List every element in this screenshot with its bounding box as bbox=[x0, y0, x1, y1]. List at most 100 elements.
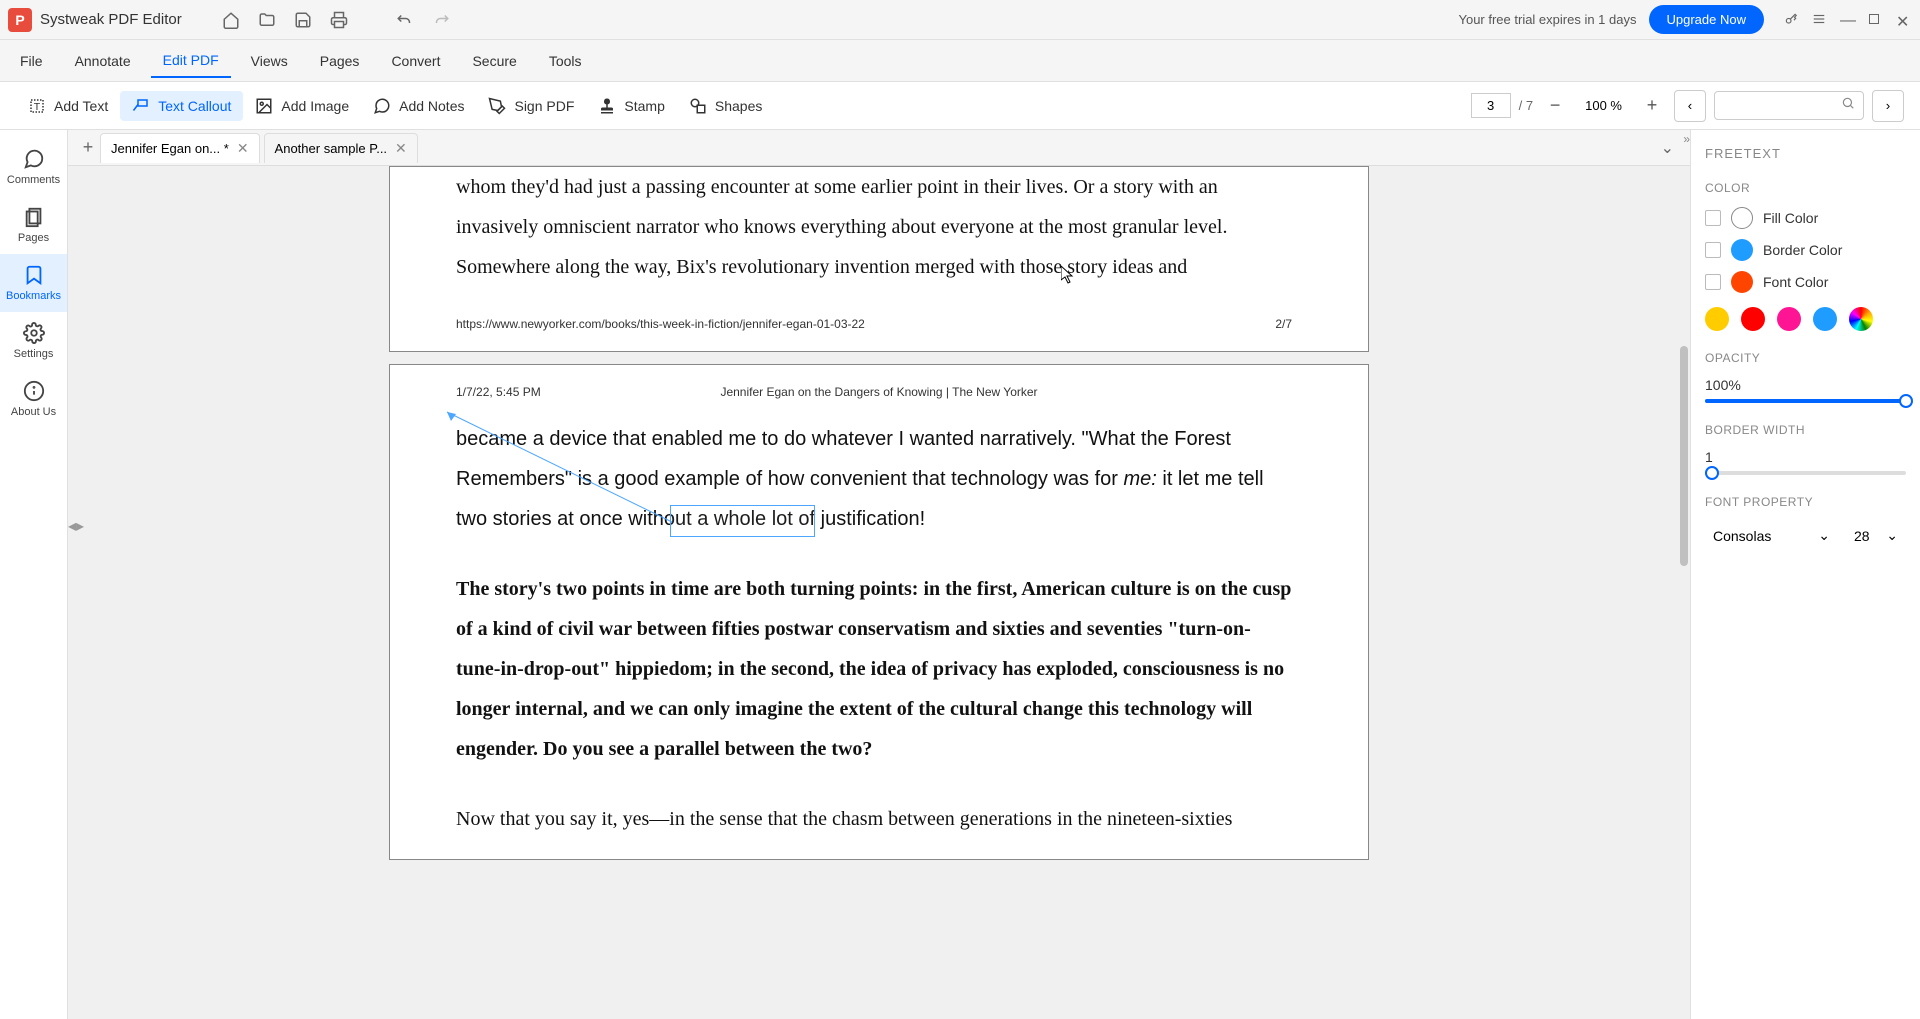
maximize-icon[interactable] bbox=[1868, 12, 1884, 28]
font-section-label: FONT PROPERTY bbox=[1705, 495, 1906, 509]
menu-convert[interactable]: Convert bbox=[379, 45, 452, 77]
add-tab-button[interactable]: + bbox=[76, 136, 100, 160]
redo-icon[interactable] bbox=[432, 11, 450, 29]
menu-tools[interactable]: Tools bbox=[537, 45, 594, 77]
page2-footer: https://www.newyorker.com/books/this-wee… bbox=[456, 317, 1292, 331]
next-page-button[interactable]: › bbox=[1872, 90, 1904, 122]
add-text-button[interactable]: T Add Text bbox=[16, 91, 120, 121]
minimize-icon[interactable]: — bbox=[1840, 12, 1856, 28]
menu-views[interactable]: Views bbox=[239, 45, 300, 77]
menu-icon[interactable] bbox=[1812, 12, 1828, 28]
callout-textbox[interactable] bbox=[670, 505, 815, 537]
sidebar-item-settings[interactable]: Settings bbox=[0, 312, 67, 370]
font-family-value: Consolas bbox=[1713, 528, 1771, 544]
text-callout-button[interactable]: Text Callout bbox=[120, 91, 243, 121]
undo-icon[interactable] bbox=[396, 11, 414, 29]
menu-file[interactable]: File bbox=[8, 45, 55, 77]
add-notes-button[interactable]: Add Notes bbox=[361, 91, 476, 121]
font-size-select[interactable]: 28 ⌄ bbox=[1846, 521, 1906, 550]
print-icon[interactable] bbox=[330, 11, 348, 29]
gear-icon bbox=[23, 322, 45, 344]
zoom-out-button[interactable]: − bbox=[1541, 92, 1569, 120]
zoom-value: 100 % bbox=[1577, 98, 1630, 113]
panel-collapse-icon[interactable]: » bbox=[1683, 132, 1690, 146]
page3-header-center: Jennifer Egan on the Dangers of Knowing … bbox=[720, 385, 1037, 399]
shapes-button[interactable]: Shapes bbox=[677, 91, 774, 121]
fill-checkbox[interactable] bbox=[1705, 210, 1721, 226]
page-total: / 7 bbox=[1519, 98, 1533, 113]
border-checkbox[interactable] bbox=[1705, 242, 1721, 258]
fill-swatch[interactable] bbox=[1731, 207, 1753, 229]
swatch-blue[interactable] bbox=[1813, 307, 1837, 331]
sign-pdf-button[interactable]: Sign PDF bbox=[476, 91, 586, 121]
sidebar-item-about[interactable]: About Us bbox=[0, 370, 67, 428]
font-row: Consolas ⌄ 28 ⌄ bbox=[1705, 521, 1906, 550]
zoom-in-button[interactable]: + bbox=[1638, 92, 1666, 120]
border-label: Border Color bbox=[1763, 242, 1842, 258]
opacity-section-label: OPACITY bbox=[1705, 351, 1906, 365]
upgrade-button[interactable]: Upgrade Now bbox=[1649, 5, 1765, 34]
tab-2-close-icon[interactable]: ✕ bbox=[395, 140, 407, 157]
folder-icon[interactable] bbox=[258, 11, 276, 29]
color-section-label: COLOR bbox=[1705, 181, 1906, 195]
title-toolbar bbox=[222, 11, 450, 29]
font-family-select[interactable]: Consolas ⌄ bbox=[1705, 521, 1838, 550]
close-icon[interactable]: ✕ bbox=[1896, 12, 1912, 28]
opacity-slider[interactable] bbox=[1705, 399, 1906, 403]
border-swatch[interactable] bbox=[1731, 239, 1753, 261]
stamp-button[interactable]: Stamp bbox=[586, 91, 676, 121]
border-width-slider[interactable] bbox=[1705, 471, 1906, 475]
menu-annotate[interactable]: Annotate bbox=[63, 45, 143, 77]
key-icon[interactable] bbox=[1784, 12, 1800, 28]
page-input[interactable] bbox=[1471, 93, 1511, 118]
swatch-custom[interactable] bbox=[1849, 307, 1873, 331]
font-color-row: Font Color bbox=[1705, 271, 1906, 293]
font-size-value: 28 bbox=[1854, 528, 1870, 544]
comments-icon bbox=[23, 148, 45, 170]
swatch-red[interactable] bbox=[1741, 307, 1765, 331]
shapes-label: Shapes bbox=[715, 98, 762, 114]
menu-pages[interactable]: Pages bbox=[308, 45, 372, 77]
home-icon[interactable] bbox=[222, 11, 240, 29]
cursor-icon bbox=[1061, 266, 1075, 284]
tab-1[interactable]: Jennifer Egan on... * ✕ bbox=[100, 133, 260, 163]
document-area: + Jennifer Egan on... * ✕ Another sample… bbox=[68, 130, 1690, 1019]
fill-label: Fill Color bbox=[1763, 210, 1818, 226]
border-width-section-label: BORDER WIDTH bbox=[1705, 423, 1906, 437]
sidebar-left: Comments Pages Bookmarks Settings About … bbox=[0, 130, 68, 1019]
swatch-pink[interactable] bbox=[1777, 307, 1801, 331]
save-icon[interactable] bbox=[294, 11, 312, 29]
text-icon: T bbox=[28, 97, 46, 115]
add-text-label: Add Text bbox=[54, 98, 108, 114]
swatch-yellow[interactable] bbox=[1705, 307, 1729, 331]
tab-2[interactable]: Another sample P... ✕ bbox=[264, 133, 418, 163]
stamp-icon bbox=[598, 97, 616, 115]
border-color-row: Border Color bbox=[1705, 239, 1906, 261]
scrollbar[interactable] bbox=[1680, 346, 1688, 566]
menu-edit-pdf[interactable]: Edit PDF bbox=[151, 44, 231, 78]
about-label: About Us bbox=[11, 406, 56, 418]
search-input[interactable] bbox=[1723, 98, 1841, 113]
chevron-down-icon: ⌄ bbox=[1886, 527, 1898, 544]
svg-text:T: T bbox=[34, 100, 41, 112]
prev-page-button[interactable]: ‹ bbox=[1674, 90, 1706, 122]
sign-pdf-label: Sign PDF bbox=[514, 98, 574, 114]
tab-chevron-icon[interactable]: ⌄ bbox=[1653, 138, 1682, 158]
toolbar-right: / 7 − 100 % + ‹ › bbox=[1471, 90, 1904, 122]
sidebar-item-comments[interactable]: Comments bbox=[0, 138, 67, 196]
menu-secure[interactable]: Secure bbox=[460, 45, 528, 77]
add-image-button[interactable]: Add Image bbox=[243, 91, 361, 121]
document-viewport[interactable]: whom they'd had just a passing encounter… bbox=[68, 166, 1690, 1019]
font-swatch[interactable] bbox=[1731, 271, 1753, 293]
sidebar-item-pages[interactable]: Pages bbox=[0, 196, 67, 254]
tab-1-close-icon[interactable]: ✕ bbox=[237, 140, 249, 157]
search-box[interactable] bbox=[1714, 91, 1864, 120]
properties-panel: FREETEXT COLOR Fill Color Border Color F… bbox=[1690, 130, 1920, 1019]
font-checkbox[interactable] bbox=[1705, 274, 1721, 290]
pages-icon bbox=[23, 206, 45, 228]
sign-icon bbox=[488, 97, 506, 115]
page3-para1: became a device that enabled me to do wh… bbox=[456, 419, 1292, 539]
sidebar-item-bookmarks[interactable]: Bookmarks bbox=[0, 254, 67, 312]
edit-toolbar: T Add Text Text Callout Add Image Add No… bbox=[0, 82, 1920, 130]
panel-title: FREETEXT bbox=[1705, 146, 1906, 161]
